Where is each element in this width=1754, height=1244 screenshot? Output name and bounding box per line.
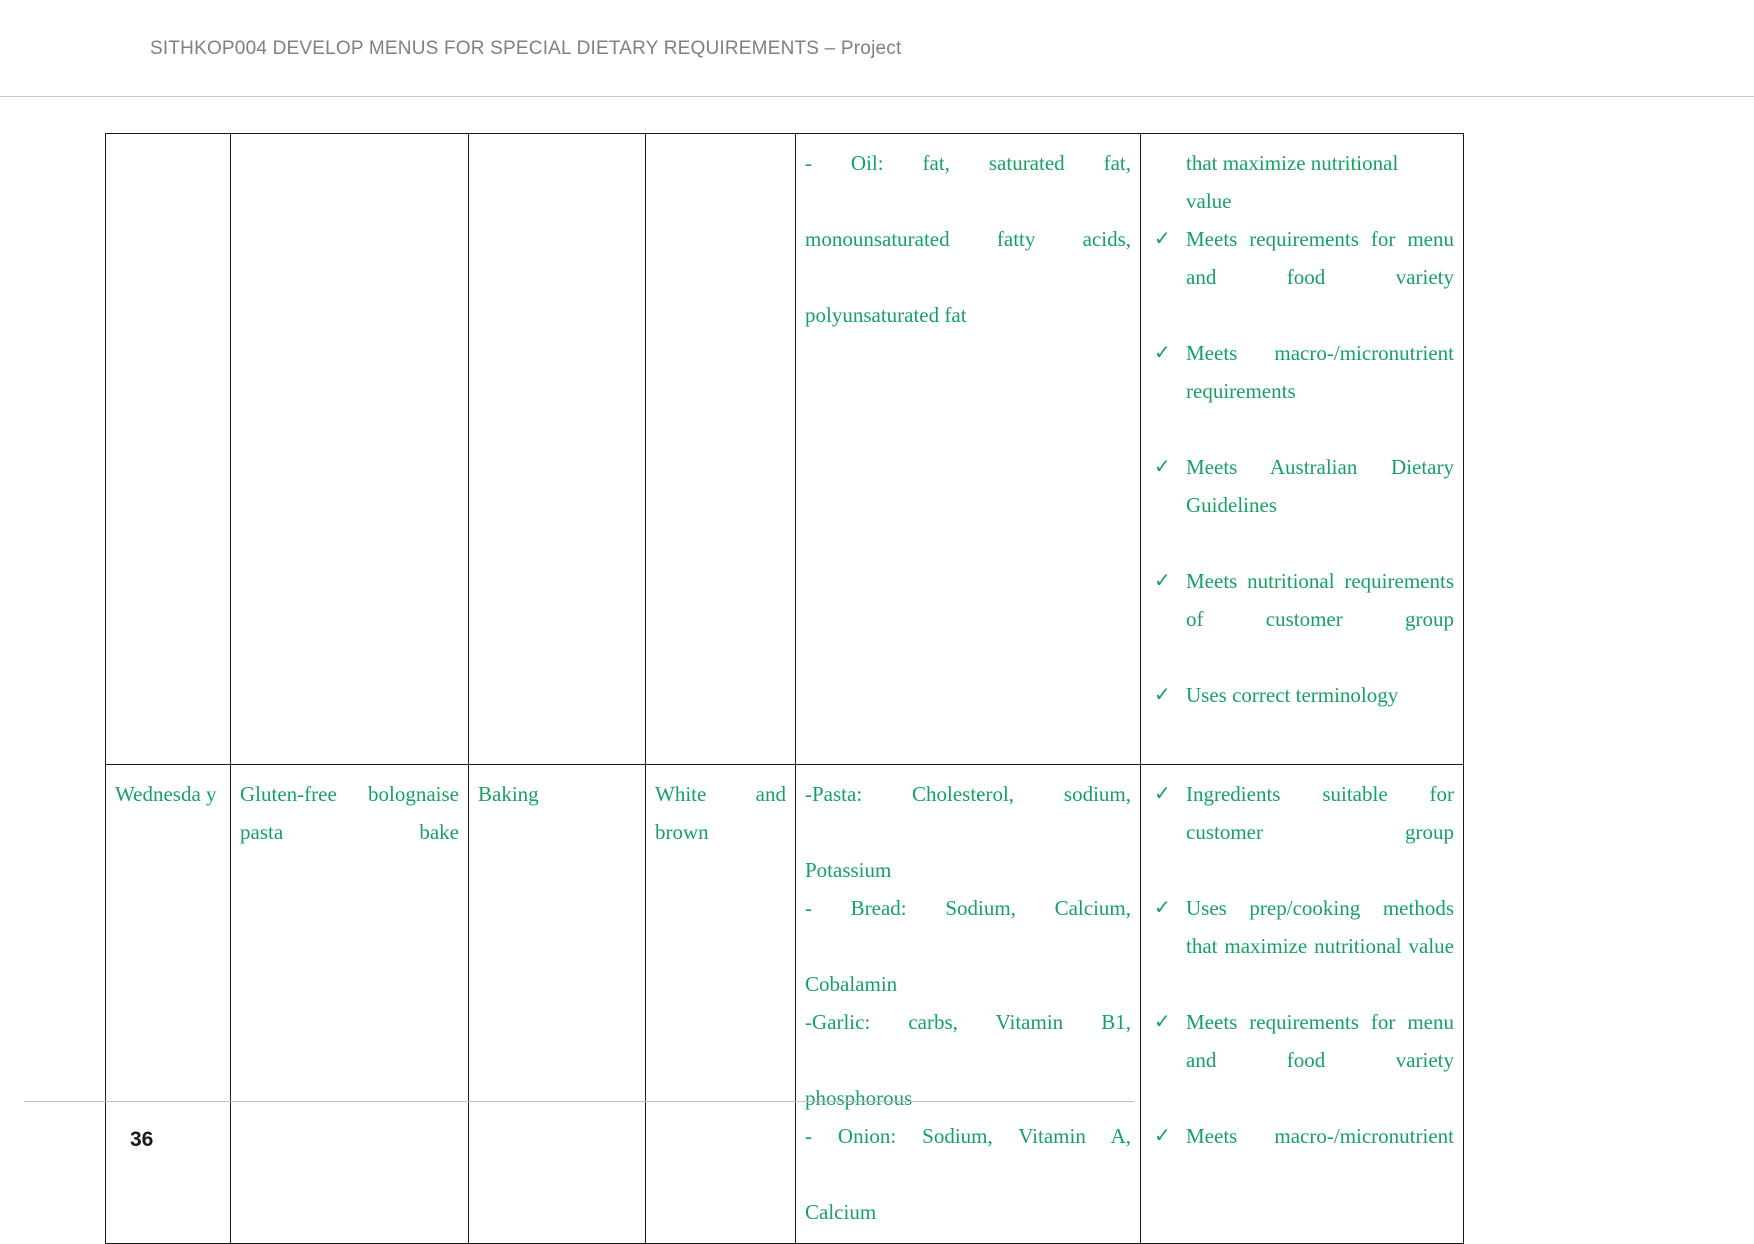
nutrient-line: - Bread: Sodium, Calcium,	[805, 896, 1131, 920]
cell-cooking-method	[468, 133, 646, 765]
table-row: Wednesda y Gluten-free bolognaise pasta …	[105, 764, 1464, 1244]
header-divider	[0, 96, 1754, 97]
checklist: ✓ Meets requirements for menu and food v…	[1150, 220, 1454, 752]
list-item: ✓ Meets requirements for menu and food v…	[1150, 220, 1454, 334]
check-icon: ✓	[1154, 1011, 1171, 1033]
cell-day	[105, 133, 231, 765]
list-item-label: Meets macro-/micronutrient	[1186, 1124, 1454, 1148]
list-item-label: Uses correct terminology	[1186, 683, 1399, 707]
day-label: Wednesda y	[115, 782, 217, 806]
document-header-title: SITHKOP004 DEVELOP MENUS FOR SPECIAL DIE…	[150, 38, 902, 59]
list-item-label: Meets nutritional requirements of custom…	[1186, 569, 1454, 631]
list-item-label: Ingredients suitable for customer group	[1186, 782, 1454, 844]
check-icon: ✓	[1154, 1125, 1171, 1147]
checklist-continuation-line: that maximize nutritional	[1186, 151, 1399, 175]
list-item-label: Meets requirements for menu and food var…	[1186, 1010, 1454, 1072]
cell-nutrients: -Pasta: Cholesterol, sodium, Potassium -…	[795, 764, 1141, 1244]
nutrient-line: polyunsaturated fat	[805, 303, 967, 327]
nutrient-line: - Onion: Sodium, Vitamin A,	[805, 1124, 1131, 1148]
check-icon: ✓	[1154, 897, 1171, 919]
cell-cooking-method: Baking	[468, 764, 646, 1244]
check-icon: ✓	[1154, 783, 1171, 805]
cell-bread-type: White and brown	[645, 764, 796, 1244]
checklist-continuation-line: value	[1186, 189, 1232, 213]
nutrient-line: -Garlic: carbs, Vitamin B1,	[805, 1010, 1131, 1034]
cell-dish: Gluten-free bolognaise pasta bake	[230, 764, 469, 1244]
check-icon: ✓	[1154, 570, 1171, 592]
list-item: ✓ Meets macro-/micronutrient	[1150, 1117, 1454, 1193]
list-item-label: Meets Australian Dietary Guidelines	[1186, 455, 1454, 517]
list-item-label: Uses prep/cooking methods that maximize …	[1186, 896, 1454, 958]
list-item: ✓ Uses prep/cooking methods that maximiz…	[1150, 889, 1454, 1003]
list-item: ✓ Meets Australian Dietary Guidelines	[1150, 448, 1454, 562]
cell-dish	[230, 133, 469, 765]
cell-day: Wednesda y	[105, 764, 231, 1244]
check-icon: ✓	[1154, 228, 1171, 250]
list-item: ✓ Ingredients suitable for customer grou…	[1150, 775, 1454, 889]
cell-checklist: ✓ Ingredients suitable for customer grou…	[1140, 764, 1464, 1244]
list-item-label: Meets requirements for menu and food var…	[1186, 227, 1454, 289]
checklist: ✓ Ingredients suitable for customer grou…	[1150, 775, 1454, 1193]
cell-checklist: that maximize nutritional value ✓ Meets …	[1140, 133, 1464, 765]
list-item: ✓ Meets nutritional requirements of cust…	[1150, 562, 1454, 676]
list-item: ✓ Meets requirements for menu and food v…	[1150, 1003, 1454, 1117]
list-item-label: Meets macro-/micronutrient requirements	[1186, 341, 1454, 403]
nutrient-line: Potassium	[805, 858, 892, 882]
check-icon: ✓	[1154, 684, 1171, 706]
nutrient-line: -Pasta: Cholesterol, sodium,	[805, 782, 1131, 806]
menu-requirements-table: - Oil: fat, saturated fat, monounsaturat…	[105, 133, 1464, 1244]
page-header: SITHKOP004 DEVELOP MENUS FOR SPECIAL DIE…	[0, 0, 1754, 97]
nutrient-line: phosphorous	[805, 1086, 913, 1110]
cell-bread-type	[645, 133, 796, 765]
nutrient-line: monounsaturated fatty acids,	[805, 227, 1131, 251]
list-item: ✓ Uses correct terminology	[1150, 676, 1454, 752]
dish-label: Gluten-free bolognaise pasta bake	[240, 782, 459, 844]
nutrient-line: Calcium	[805, 1200, 877, 1224]
cell-nutrients: - Oil: fat, saturated fat, monounsaturat…	[795, 133, 1141, 765]
footer-divider	[24, 1101, 1134, 1102]
page-number: 36	[130, 1128, 154, 1151]
nutrient-line: Cobalamin	[805, 972, 898, 996]
check-icon: ✓	[1154, 456, 1171, 478]
list-item: ✓ Meets macro-/micronutrient requirement…	[1150, 334, 1454, 448]
nutrient-line: - Oil: fat, saturated fat,	[805, 151, 1131, 175]
table-row: - Oil: fat, saturated fat, monounsaturat…	[105, 133, 1464, 765]
check-icon: ✓	[1154, 342, 1171, 364]
cooking-method-label: Baking	[478, 782, 539, 806]
bread-type-label: White and brown	[655, 782, 786, 844]
